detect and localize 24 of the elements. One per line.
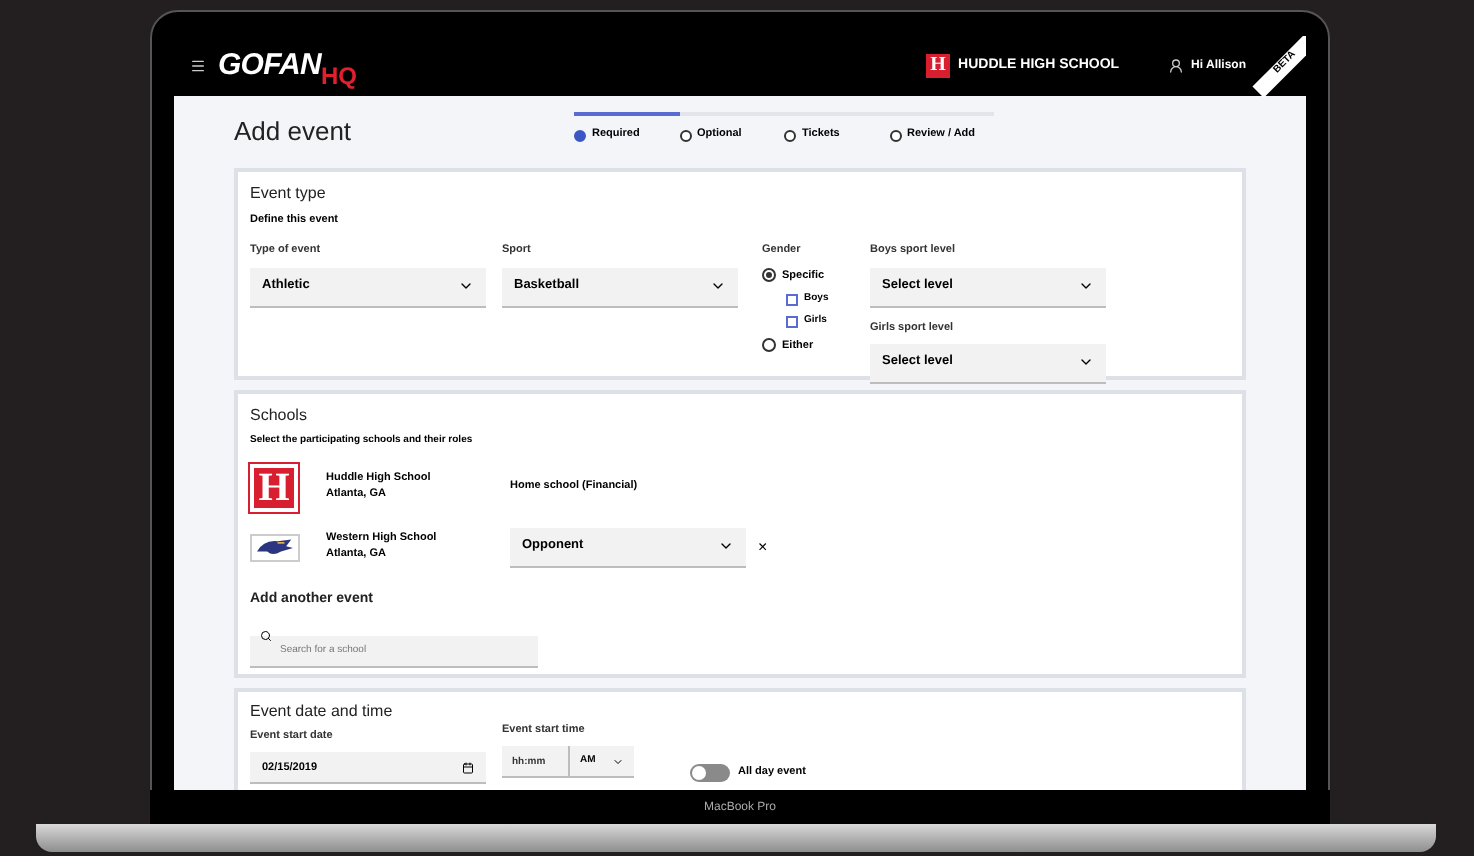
- checkbox[interactable]: [786, 316, 798, 328]
- section-title: Schools: [250, 404, 309, 428]
- school-logo: H: [250, 463, 298, 511]
- toggle-switch[interactable]: [690, 764, 730, 782]
- section-title: Event date and time: [250, 700, 395, 724]
- radio-button[interactable]: [762, 338, 776, 353]
- logo-accent: HQ: [320, 62, 357, 95]
- chevron-down-icon: [612, 755, 624, 768]
- logo-text: GOFAN: [218, 45, 321, 86]
- chevron-down-icon: [710, 278, 726, 294]
- menu-icon[interactable]: [190, 58, 206, 74]
- page-title: Add event: [234, 114, 354, 151]
- calendar-icon: [462, 761, 474, 774]
- checkbox[interactable]: [786, 293, 798, 305]
- radio-button[interactable]: [762, 268, 776, 283]
- chevron-down-icon: [458, 278, 474, 294]
- user-icon[interactable]: [1167, 58, 1184, 74]
- search-icon: [260, 630, 272, 642]
- school-logo: H: [926, 54, 951, 78]
- chevron-down-icon: [718, 538, 734, 554]
- remove-button[interactable]: ×: [758, 535, 768, 559]
- chevron-down-icon: [1078, 278, 1094, 294]
- section-title: Event type: [250, 182, 328, 206]
- panther-logo-icon: [250, 533, 300, 561]
